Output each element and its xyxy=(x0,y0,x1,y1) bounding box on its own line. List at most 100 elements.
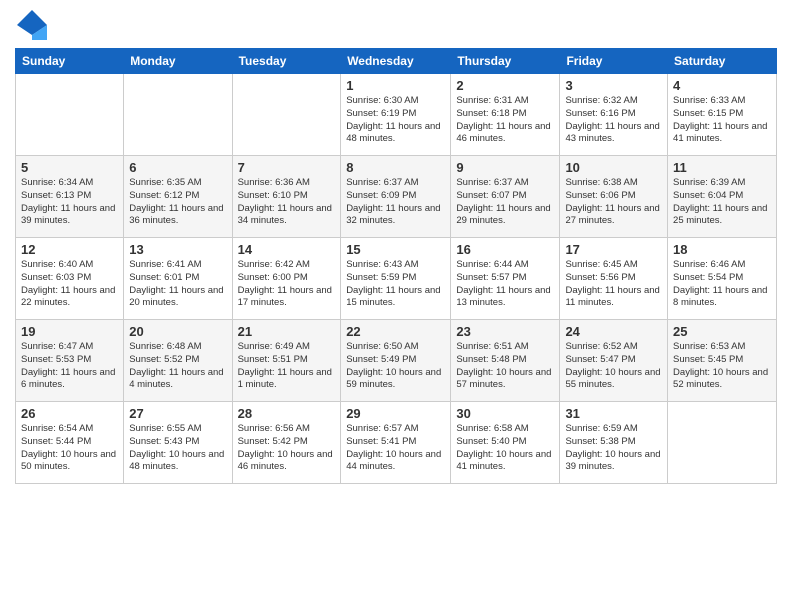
day-number: 31 xyxy=(565,406,662,421)
day-number: 19 xyxy=(21,324,118,339)
calendar-table: Sunday Monday Tuesday Wednesday Thursday… xyxy=(15,48,777,484)
day-info: Sunrise: 6:52 AM Sunset: 5:47 PM Dayligh… xyxy=(565,341,662,392)
day-number: 3 xyxy=(565,78,662,93)
day-info: Sunrise: 6:38 AM Sunset: 6:06 PM Dayligh… xyxy=(565,177,662,228)
calendar-cell: 20 Sunrise: 6:48 AM Sunset: 5:52 PM Dayli… xyxy=(124,320,232,402)
calendar-cell: 6Sunrise: 6:35 AM Sunset: 6:12 PM Daylig… xyxy=(124,156,232,238)
calendar-cell: 31 Sunrise: 6:59 AM Sunset: 5:38 PM Dayli… xyxy=(560,402,668,484)
calendar-cell xyxy=(232,74,341,156)
calendar-cell xyxy=(124,74,232,156)
calendar-cell: 14 Sunrise: 6:42 AM Sunset: 6:00 PM Dayli… xyxy=(232,238,341,320)
day-info: Sunrise: 6:33 AM Sunset: 6:15 PM Dayligh… xyxy=(673,95,771,146)
day-number: 15 xyxy=(346,242,445,257)
logo xyxy=(15,10,47,40)
day-number: 18 xyxy=(673,242,771,257)
header-wednesday: Wednesday xyxy=(341,49,451,74)
calendar-cell: 19 Sunrise: 6:47 AM Sunset: 5:53 PM Dayli… xyxy=(16,320,124,402)
day-info: Sunrise: 6:45 AM Sunset: 5:56 PM Dayligh… xyxy=(565,259,662,310)
day-number: 5 xyxy=(21,160,118,175)
calendar-cell: 1 Sunrise: 6:30 AM Sunset: 6:19 PM Daylig… xyxy=(341,74,451,156)
page-container: Sunday Monday Tuesday Wednesday Thursday… xyxy=(0,0,792,494)
calendar-cell: 22Sunrise: 6:50 AM Sunset: 5:49 PM Dayli… xyxy=(341,320,451,402)
day-info: Sunrise: 6:54 AM Sunset: 5:44 PM Dayligh… xyxy=(21,423,118,474)
day-info: Sunrise: 6:43 AM Sunset: 5:59 PM Dayligh… xyxy=(346,259,445,310)
day-info: Sunrise: 6:37 AM Sunset: 6:07 PM Dayligh… xyxy=(456,177,554,228)
weekday-header-row: Sunday Monday Tuesday Wednesday Thursday… xyxy=(16,49,777,74)
day-number: 24 xyxy=(565,324,662,339)
day-info: Sunrise: 6:56 AM Sunset: 5:42 PM Dayligh… xyxy=(238,423,336,474)
calendar-cell: 29 Sunrise: 6:57 AM Sunset: 5:41 PM Dayli… xyxy=(341,402,451,484)
day-number: 12 xyxy=(21,242,118,257)
day-number: 29 xyxy=(346,406,445,421)
page-header xyxy=(15,10,777,40)
day-info: Sunrise: 6:44 AM Sunset: 5:57 PM Dayligh… xyxy=(456,259,554,310)
day-number: 28 xyxy=(238,406,336,421)
day-number: 11 xyxy=(673,160,771,175)
calendar-cell: 30 Sunrise: 6:58 AM Sunset: 5:40 PM Dayli… xyxy=(451,402,560,484)
calendar-cell: 18 Sunrise: 6:46 AM Sunset: 5:54 PM Dayli… xyxy=(668,238,777,320)
calendar-cell: 24 Sunrise: 6:52 AM Sunset: 5:47 PM Dayli… xyxy=(560,320,668,402)
day-number: 27 xyxy=(129,406,226,421)
calendar-cell xyxy=(16,74,124,156)
day-info: Sunrise: 6:51 AM Sunset: 5:48 PM Dayligh… xyxy=(456,341,554,392)
day-number: 10 xyxy=(565,160,662,175)
day-info: Sunrise: 6:57 AM Sunset: 5:41 PM Dayligh… xyxy=(346,423,445,474)
calendar-cell: 10 Sunrise: 6:38 AM Sunset: 6:06 PM Dayli… xyxy=(560,156,668,238)
calendar-cell: 3Sunrise: 6:32 AM Sunset: 6:16 PM Daylig… xyxy=(560,74,668,156)
header-thursday: Thursday xyxy=(451,49,560,74)
calendar-cell: 7 Sunrise: 6:36 AM Sunset: 6:10 PM Daylig… xyxy=(232,156,341,238)
calendar-cell: 8 Sunrise: 6:37 AM Sunset: 6:09 PM Daylig… xyxy=(341,156,451,238)
calendar-cell xyxy=(668,402,777,484)
calendar-cell: 2 Sunrise: 6:31 AM Sunset: 6:18 PM Daylig… xyxy=(451,74,560,156)
day-number: 9 xyxy=(456,160,554,175)
day-number: 4 xyxy=(673,78,771,93)
day-number: 26 xyxy=(21,406,118,421)
day-number: 16 xyxy=(456,242,554,257)
day-info: Sunrise: 6:42 AM Sunset: 6:00 PM Dayligh… xyxy=(238,259,336,310)
day-number: 20 xyxy=(129,324,226,339)
day-info: Sunrise: 6:35 AM Sunset: 6:12 PM Dayligh… xyxy=(129,177,226,228)
calendar-cell: 21Sunrise: 6:49 AM Sunset: 5:51 PM Dayli… xyxy=(232,320,341,402)
day-info: Sunrise: 6:31 AM Sunset: 6:18 PM Dayligh… xyxy=(456,95,554,146)
day-number: 23 xyxy=(456,324,554,339)
calendar-cell: 5 Sunrise: 6:34 AM Sunset: 6:13 PM Daylig… xyxy=(16,156,124,238)
day-info: Sunrise: 6:47 AM Sunset: 5:53 PM Dayligh… xyxy=(21,341,118,392)
header-sunday: Sunday xyxy=(16,49,124,74)
calendar-cell: 16 Sunrise: 6:44 AM Sunset: 5:57 PM Dayli… xyxy=(451,238,560,320)
day-info: Sunrise: 6:30 AM Sunset: 6:19 PM Dayligh… xyxy=(346,95,445,146)
day-number: 2 xyxy=(456,78,554,93)
day-number: 7 xyxy=(238,160,336,175)
day-info: Sunrise: 6:39 AM Sunset: 6:04 PM Dayligh… xyxy=(673,177,771,228)
day-info: Sunrise: 6:36 AM Sunset: 6:10 PM Dayligh… xyxy=(238,177,336,228)
day-info: Sunrise: 6:46 AM Sunset: 5:54 PM Dayligh… xyxy=(673,259,771,310)
calendar-week-3: 12 Sunrise: 6:40 AM Sunset: 6:03 PM Dayli… xyxy=(16,238,777,320)
day-info: Sunrise: 6:58 AM Sunset: 5:40 PM Dayligh… xyxy=(456,423,554,474)
day-number: 30 xyxy=(456,406,554,421)
day-info: Sunrise: 6:59 AM Sunset: 5:38 PM Dayligh… xyxy=(565,423,662,474)
calendar-cell: 27 Sunrise: 6:55 AM Sunset: 5:43 PM Dayli… xyxy=(124,402,232,484)
calendar-cell: 11 Sunrise: 6:39 AM Sunset: 6:04 PM Dayli… xyxy=(668,156,777,238)
calendar-cell: 25Sunrise: 6:53 AM Sunset: 5:45 PM Dayli… xyxy=(668,320,777,402)
calendar-cell: 23 Sunrise: 6:51 AM Sunset: 5:48 PM Dayli… xyxy=(451,320,560,402)
calendar-week-2: 5 Sunrise: 6:34 AM Sunset: 6:13 PM Daylig… xyxy=(16,156,777,238)
day-info: Sunrise: 6:48 AM Sunset: 5:52 PM Dayligh… xyxy=(129,341,226,392)
day-number: 14 xyxy=(238,242,336,257)
header-monday: Monday xyxy=(124,49,232,74)
header-tuesday: Tuesday xyxy=(232,49,341,74)
day-number: 22 xyxy=(346,324,445,339)
day-info: Sunrise: 6:55 AM Sunset: 5:43 PM Dayligh… xyxy=(129,423,226,474)
day-number: 17 xyxy=(565,242,662,257)
calendar-week-4: 19 Sunrise: 6:47 AM Sunset: 5:53 PM Dayli… xyxy=(16,320,777,402)
day-info: Sunrise: 6:37 AM Sunset: 6:09 PM Dayligh… xyxy=(346,177,445,228)
logo-icon xyxy=(17,10,47,40)
day-info: Sunrise: 6:40 AM Sunset: 6:03 PM Dayligh… xyxy=(21,259,118,310)
day-info: Sunrise: 6:34 AM Sunset: 6:13 PM Dayligh… xyxy=(21,177,118,228)
calendar-cell: 28 Sunrise: 6:56 AM Sunset: 5:42 PM Dayli… xyxy=(232,402,341,484)
calendar-cell: 12 Sunrise: 6:40 AM Sunset: 6:03 PM Dayli… xyxy=(16,238,124,320)
day-number: 13 xyxy=(129,242,226,257)
day-info: Sunrise: 6:41 AM Sunset: 6:01 PM Dayligh… xyxy=(129,259,226,310)
header-saturday: Saturday xyxy=(668,49,777,74)
calendar-week-1: 1 Sunrise: 6:30 AM Sunset: 6:19 PM Daylig… xyxy=(16,74,777,156)
day-number: 8 xyxy=(346,160,445,175)
day-number: 1 xyxy=(346,78,445,93)
